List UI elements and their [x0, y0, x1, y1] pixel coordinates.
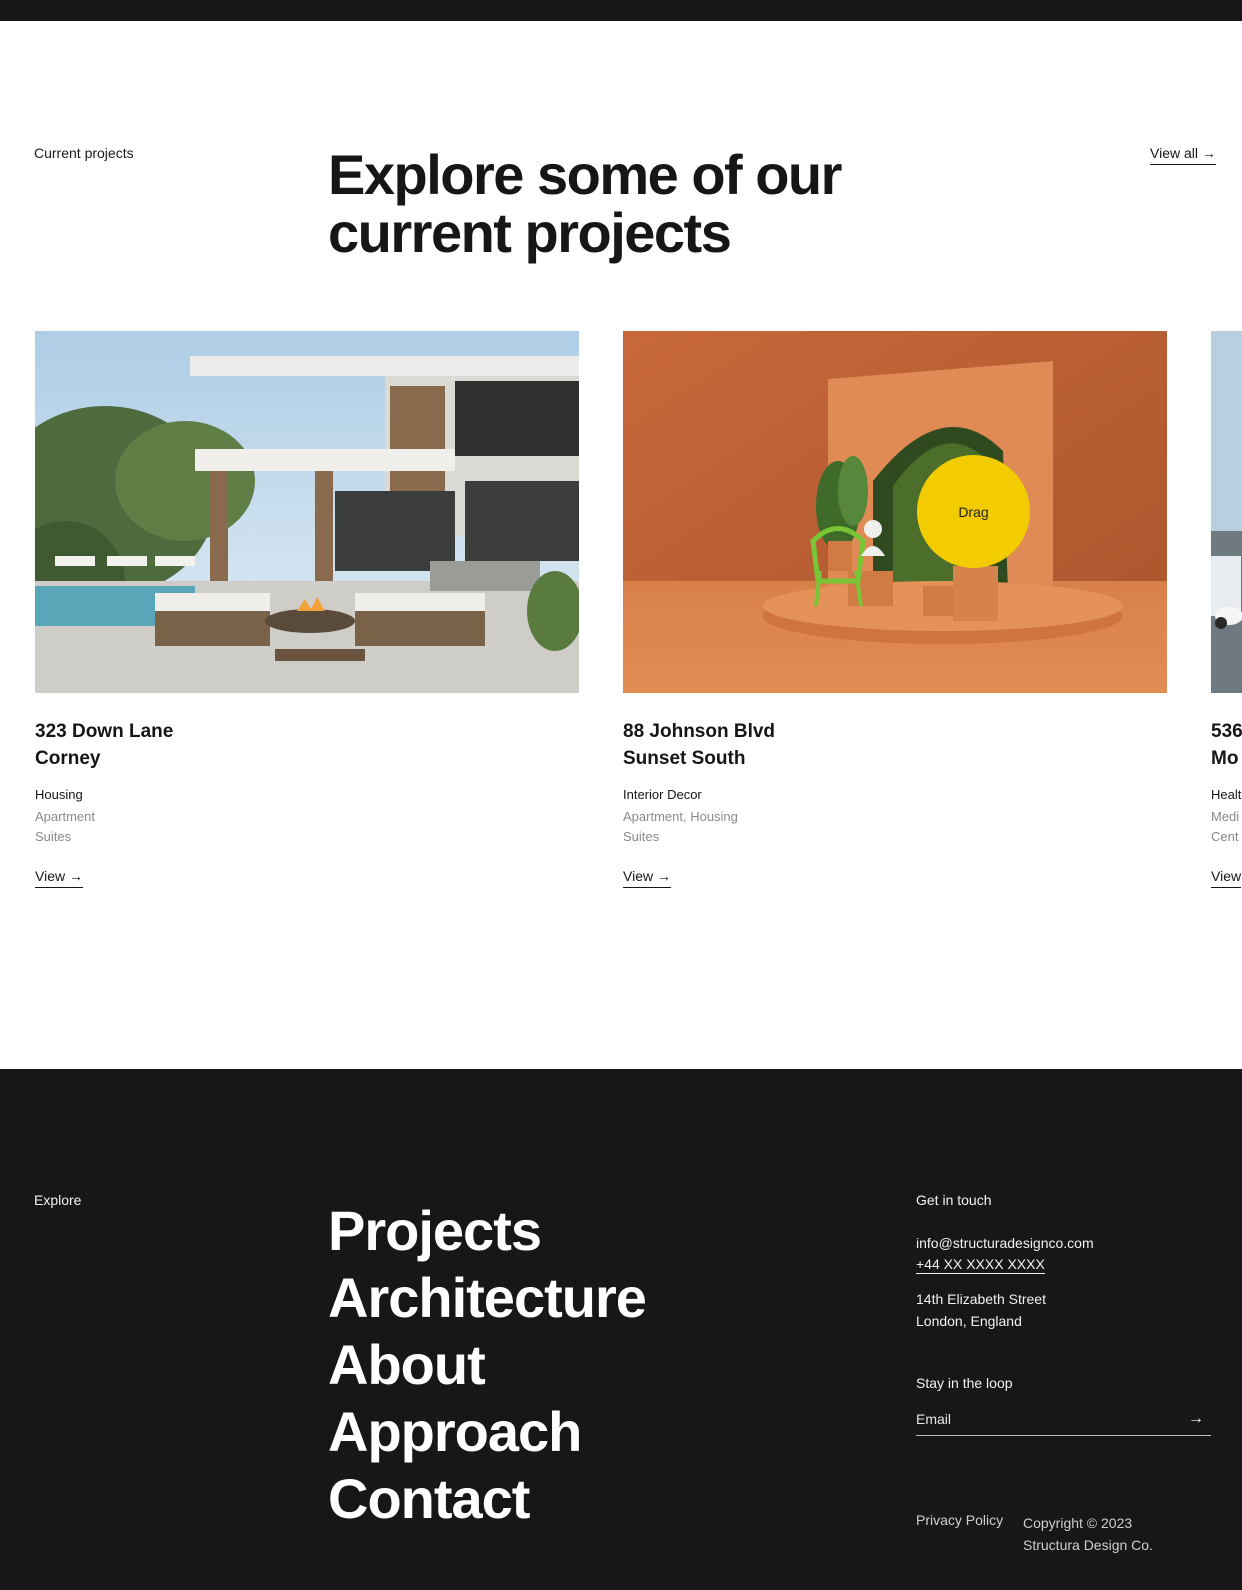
project-card[interactable]: 536 Mo Healt Medi Cent View [1211, 331, 1242, 901]
project-card[interactable]: 88 Johnson Blvd Sunset South Interior De… [623, 331, 1167, 901]
project-tags: Apartment Suites [35, 807, 95, 847]
project-image-house[interactable] [35, 331, 579, 693]
section-label: Current projects [34, 145, 134, 161]
project-tags-line1: Medi [1211, 809, 1240, 824]
project-card[interactable]: 323 Down Lane Corney Housing Apartment S… [35, 331, 579, 901]
copyright-line1: Copyright © 2023 [1023, 1515, 1133, 1531]
project-tags-line1: Apartment, Housing [623, 809, 738, 824]
project-tags-line2: Suites [623, 829, 660, 844]
footer: Explore Projects Architecture About Appr… [0, 1069, 1242, 1590]
newsletter-title: Stay in the loop [916, 1375, 1013, 1391]
contact-address-line1: 14th Elizabeth Street [916, 1291, 1046, 1307]
project-address-line1: 536 [1211, 721, 1242, 742]
project-category: Housing [35, 787, 83, 802]
project-address-line2: Sunset South [623, 748, 746, 769]
footer-nav-architecture[interactable]: Architecture [328, 1264, 647, 1331]
contact-email-link[interactable]: info@structuradesignco.com [916, 1235, 1094, 1251]
newsletter-form: → [916, 1404, 1211, 1436]
newsletter-email-input[interactable] [916, 1404, 1176, 1434]
footer-nav-contact[interactable]: Contact [328, 1465, 646, 1532]
project-view-link[interactable]: View → [35, 868, 83, 888]
footer-explore-label: Explore [34, 1192, 82, 1208]
arrow-right-icon[interactable]: → [1185, 1408, 1207, 1430]
copyright-line2: Structura Design Co. [1023, 1537, 1153, 1553]
project-image-street[interactable] [1211, 331, 1242, 693]
project-address-line2: Mo [1211, 748, 1239, 769]
project-view-link[interactable]: View [1211, 868, 1242, 888]
project-category: Interior Decor [623, 787, 702, 802]
project-tags: Medi Cent [1211, 807, 1239, 847]
project-address: 536 Mo [1211, 718, 1242, 772]
contact-address-line2: London, England [916, 1313, 1022, 1329]
project-image-interior[interactable] [623, 331, 1167, 693]
footer-nav-projects[interactable]: Projects [328, 1197, 646, 1264]
contact-title: Get in touch [916, 1192, 992, 1208]
project-tags-line1: Apartment [35, 809, 95, 824]
project-tags: Apartment, Housing Suites [623, 807, 738, 847]
project-view-link[interactable]: View → [623, 868, 671, 888]
project-address: 323 Down Lane Corney [35, 718, 173, 772]
project-category: Healt [1211, 787, 1242, 802]
top-bar [0, 0, 1242, 21]
contact-address: 14th Elizabeth Street London, England [916, 1288, 1046, 1332]
view-all-link[interactable]: View all → [1150, 145, 1216, 165]
project-address-line1: 323 Down Lane [35, 721, 174, 742]
footer-nav-about[interactable]: About [328, 1331, 646, 1398]
privacy-policy-link[interactable]: Privacy Policy [916, 1512, 1003, 1528]
page-title: Explore some of our current projects [328, 143, 842, 264]
project-address-line2: Corney [35, 748, 101, 769]
project-tags-line2: Suites [35, 829, 72, 844]
drag-cursor[interactable]: Drag [917, 455, 1030, 568]
copyright: Copyright © 2023 Structura Design Co. [1023, 1512, 1153, 1556]
contact-phone-link[interactable]: +44 XX XXXX XXXX [916, 1256, 1045, 1274]
footer-nav-approach[interactable]: Approach [328, 1398, 646, 1465]
footer-nav: Projects Architecture About Approach Con… [328, 1197, 647, 1532]
project-tags-line2: Cent [1211, 829, 1239, 844]
project-address-line1: 88 Johnson Blvd [623, 721, 776, 742]
projects-carousel[interactable]: 323 Down Lane Corney Housing Apartment S… [0, 331, 1242, 901]
project-address: 88 Johnson Blvd Sunset South [623, 718, 775, 772]
